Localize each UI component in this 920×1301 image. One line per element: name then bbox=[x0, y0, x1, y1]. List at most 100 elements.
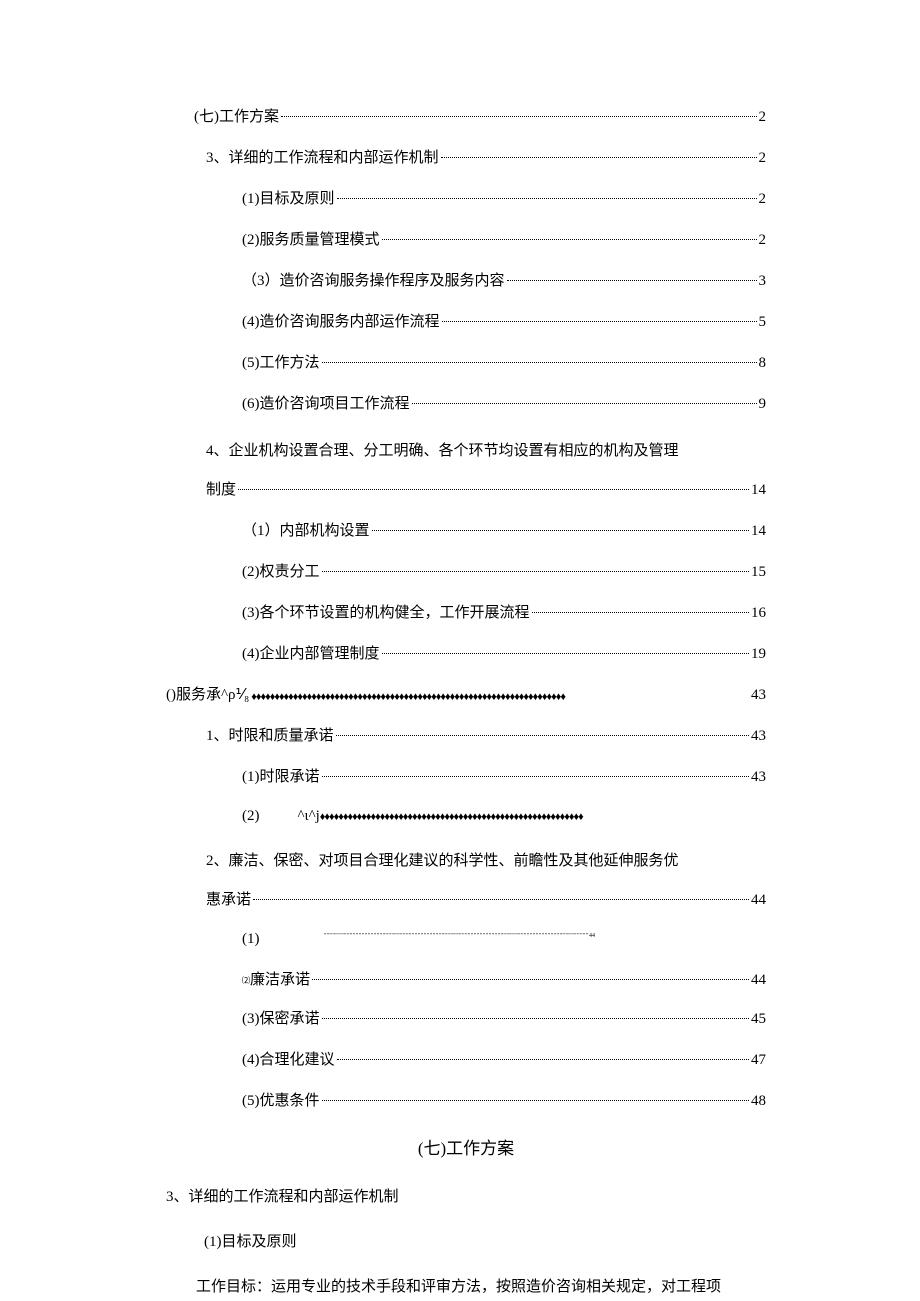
toc-label: (1)目标及原则 bbox=[242, 189, 335, 210]
toc-page-number: 9 bbox=[759, 394, 767, 415]
toc-leader-dots bbox=[281, 107, 757, 118]
toc-entry: (3)各个环节设置的机构健全，工作开展流程 16 bbox=[166, 603, 766, 624]
toc-label: (1)时限承诺 bbox=[242, 767, 320, 788]
toc-page-number: 15 bbox=[751, 562, 766, 583]
toc-label: (5)优惠条件 bbox=[242, 1091, 320, 1112]
toc-leader-dots bbox=[322, 1091, 750, 1102]
toc-entry: (5)优惠条件 48 bbox=[166, 1091, 766, 1112]
toc-page-number: 48 bbox=[751, 1091, 766, 1112]
toc-label-number: (1) bbox=[242, 931, 260, 948]
toc-page-number: 5 bbox=[759, 312, 767, 333]
toc-label: 2、廉洁、保密、对项目合理化建议的科学性、前瞻性及其他延伸服务优 bbox=[166, 845, 766, 878]
toc-page-number: 44 bbox=[751, 890, 766, 911]
toc-page-number: 44 bbox=[751, 972, 766, 989]
toc-entry: (4)合理化建议 47 bbox=[166, 1050, 766, 1071]
toc-leader-dots bbox=[337, 189, 757, 200]
toc-leader-dots bbox=[442, 312, 757, 323]
toc-entry-continuation: 惠承诺 44 bbox=[166, 890, 766, 911]
toc-label: (4)造价咨询服务内部运作流程 bbox=[242, 312, 440, 333]
toc-label: (5)工作方法 bbox=[242, 353, 320, 374]
toc-label: 3、详细的工作流程和内部运作机制 bbox=[206, 148, 439, 169]
toc-label: (6)造价咨询项目工作流程 bbox=[242, 394, 410, 415]
toc-entry-continuation: 制度 14 bbox=[166, 480, 766, 501]
toc-label: 1、时限和质量承诺 bbox=[206, 726, 334, 747]
toc-entry: (4)企业内部管理制度 19 bbox=[166, 644, 766, 665]
toc-page-number: 2 bbox=[759, 148, 767, 169]
toc-label-garbled: ^ι^j bbox=[298, 808, 320, 825]
toc-entry: （3）造价咨询服务操作程序及服务内容 3 bbox=[166, 271, 766, 292]
toc-entry: (七)工作方案 2 bbox=[166, 107, 766, 128]
toc-page-number-tiny: 44 bbox=[589, 933, 595, 939]
toc-entry-garbled: ()服务承^ρ⅟₈ ♦♦♦♦♦♦♦♦♦♦♦♦♦♦♦♦♦♦♦♦♦♦♦♦♦♦♦♦♦♦… bbox=[166, 685, 766, 706]
toc-label: (4)企业内部管理制度 bbox=[242, 644, 380, 665]
subsection-heading: 3、详细的工作流程和内部运作机制 bbox=[166, 1185, 766, 1206]
toc-leader-dots bbox=[322, 562, 750, 573]
toc-entry: (6)造价咨询项目工作流程 9 bbox=[166, 394, 766, 415]
toc-label: (3)各个环节设置的机构健全，工作开展流程 bbox=[242, 603, 530, 624]
toc-label: 制度 bbox=[206, 480, 236, 501]
toc-leader-dots bbox=[412, 394, 757, 405]
toc-label: (2)服务质量管理模式 bbox=[242, 230, 380, 251]
toc-label: (2)权责分工 bbox=[242, 562, 320, 583]
toc-page-number: 3 bbox=[759, 271, 767, 292]
toc-entry: (3)保密承诺 45 bbox=[166, 1009, 766, 1030]
toc-leader-diamonds: ♦♦♦♦♦♦♦♦♦♦♦♦♦♦♦♦♦♦♦♦♦♦♦♦♦♦♦♦♦♦♦♦♦♦♦♦♦♦♦♦… bbox=[320, 811, 766, 823]
toc-page-number: 43 bbox=[751, 726, 766, 747]
toc-leader-dots bbox=[532, 603, 750, 614]
toc-entry-wrapped: 4、企业机构设置合理、分工明确、各个环节均设置有相应的机构及管理 制度 14 bbox=[166, 435, 766, 501]
toc-leader-dots bbox=[312, 970, 749, 981]
toc-leader-dots bbox=[507, 271, 757, 282]
toc-entry: (1)时限承诺 43 bbox=[166, 767, 766, 788]
toc-page-number: 43 bbox=[751, 767, 766, 788]
toc-leader-dots bbox=[336, 726, 749, 737]
toc-label: (4)合理化建议 bbox=[242, 1050, 335, 1071]
toc-page-number: 8 bbox=[759, 353, 767, 374]
toc-leader-dots bbox=[322, 353, 757, 364]
toc-leader-dots bbox=[337, 1050, 750, 1061]
toc-label: （3）造价咨询服务操作程序及服务内容 bbox=[242, 271, 505, 292]
toc-entry: 1、时限和质量承诺 43 bbox=[166, 726, 766, 747]
toc-leader-dots bbox=[372, 521, 749, 532]
toc-leader-dots bbox=[382, 644, 750, 655]
toc-page-number: 45 bbox=[751, 1009, 766, 1030]
toc-page-number: 19 bbox=[751, 644, 766, 665]
toc-entry: ⑵ 廉洁承诺 44 bbox=[166, 968, 766, 989]
toc-entry: (4)造价咨询服务内部运作流程 5 bbox=[166, 312, 766, 333]
toc-entry-garbled: (2) ^ι^j ♦♦♦♦♦♦♦♦♦♦♦♦♦♦♦♦♦♦♦♦♦♦♦♦♦♦♦♦♦♦♦… bbox=[166, 808, 766, 825]
toc-entry: (1)目标及原则 2 bbox=[166, 189, 766, 210]
toc-page-number: 43 bbox=[751, 685, 766, 706]
toc-entry: （1）内部机构设置 14 bbox=[166, 521, 766, 542]
toc-label: ()服务承^ρ⅟₈ bbox=[166, 685, 249, 706]
section-heading: (七)工作方案 bbox=[166, 1134, 766, 1159]
toc-leader-dots bbox=[253, 890, 749, 901]
toc-leader-diamonds: ♦♦♦♦♦♦♦♦♦♦♦♦♦♦♦♦♦♦♦♦♦♦♦♦♦♦♦♦♦♦♦♦♦♦♦♦♦♦♦♦… bbox=[251, 690, 749, 705]
toc-page-number: 47 bbox=[751, 1050, 766, 1071]
toc-label: (七)工作方案 bbox=[194, 107, 279, 128]
toc-leader-dots bbox=[322, 1009, 750, 1020]
toc-label: 4、企业机构设置合理、分工明确、各个环节均设置有相应的机构及管理 bbox=[166, 435, 766, 468]
toc-page-number: 16 bbox=[751, 603, 766, 624]
toc-leader-dots bbox=[238, 480, 749, 491]
toc-leader-tiny: """"""""""""""""""""""""""""""""""""""""… bbox=[324, 933, 589, 939]
toc-entry: 3、详细的工作流程和内部运作机制 2 bbox=[166, 148, 766, 169]
subsubsection-heading: (1)目标及原则 bbox=[166, 1230, 766, 1251]
toc-label-number: (2) bbox=[242, 808, 260, 825]
toc-leader-dots bbox=[322, 767, 750, 778]
toc-entry-wrapped: 2、廉洁、保密、对项目合理化建议的科学性、前瞻性及其他延伸服务优 惠承诺 44 bbox=[166, 845, 766, 911]
paragraph-text: 工作目标：运用专业的技术手段和评审方法，按照造价咨询相关规定，对工程项 bbox=[166, 1275, 766, 1299]
toc-label: 惠承诺 bbox=[206, 890, 251, 911]
toc-page-number: 14 bbox=[751, 480, 766, 501]
toc-leader-dots bbox=[382, 230, 757, 241]
toc-page-number: 2 bbox=[759, 230, 767, 251]
toc-entry: (5)工作方法 8 bbox=[166, 353, 766, 374]
document-page: (七)工作方案 2 3、详细的工作流程和内部运作机制 2 (1)目标及原则 2 … bbox=[166, 107, 766, 1299]
toc-page-number: 14 bbox=[751, 521, 766, 542]
toc-label-number-subscript: ⑵ bbox=[242, 975, 250, 986]
toc-page-number: 2 bbox=[759, 189, 767, 210]
toc-entry: (2)服务质量管理模式 2 bbox=[166, 230, 766, 251]
toc-leader-dots bbox=[441, 148, 757, 159]
toc-label: (3)保密承诺 bbox=[242, 1009, 320, 1030]
toc-label: 廉洁承诺 bbox=[250, 968, 310, 989]
toc-entry: (2)权责分工 15 bbox=[166, 562, 766, 583]
toc-label: （1）内部机构设置 bbox=[242, 521, 370, 542]
